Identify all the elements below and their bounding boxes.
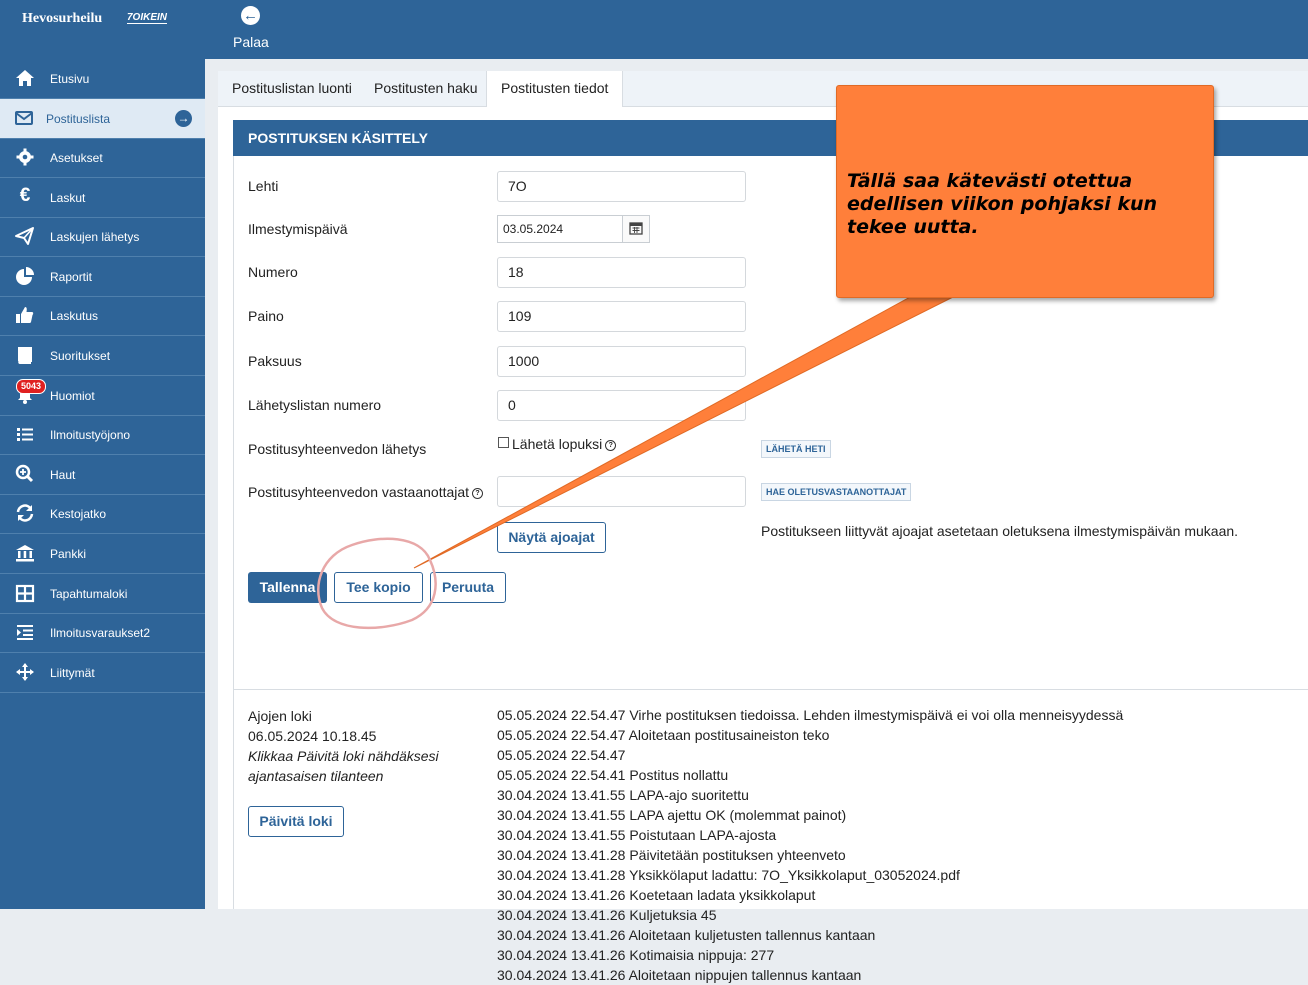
callout-box: Tällä saa kätevästi otettua edellisen vi… <box>836 85 1214 298</box>
log-entry: 30.04.2024 13.41.26 Kotimaisia nippuja: … <box>497 947 775 963</box>
highlight-circle <box>317 537 437 630</box>
log-entry: 30.04.2024 13.41.26 Aloitetaan kuljetust… <box>497 927 876 943</box>
callout-pointer <box>413 295 956 569</box>
callout-text: Tällä saa kätevästi otettua edellisen vi… <box>847 170 1158 238</box>
log-entry: 30.04.2024 13.41.26 Aloitetaan nippujen … <box>497 967 862 983</box>
